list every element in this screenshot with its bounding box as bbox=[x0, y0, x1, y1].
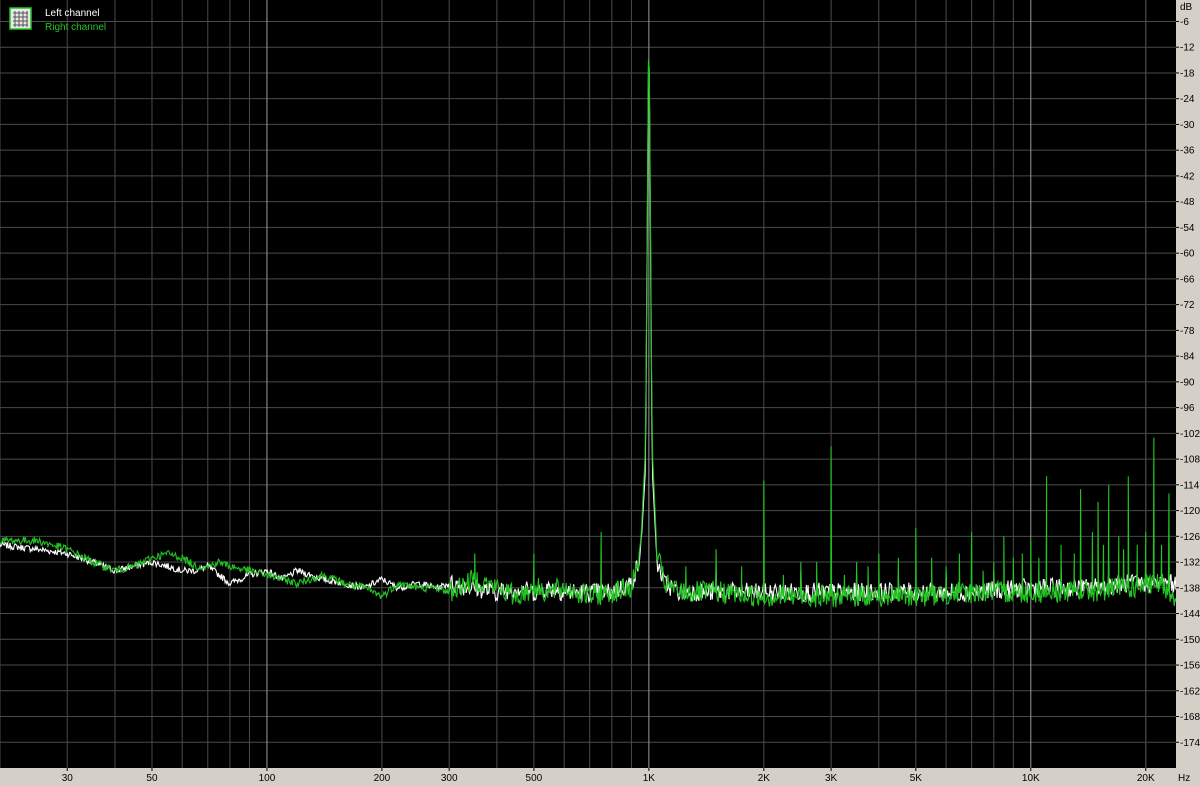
y-tick-label: -12 bbox=[1180, 43, 1195, 54]
x-tick-label: 1K bbox=[643, 773, 656, 784]
y-tick-label: -90 bbox=[1180, 377, 1195, 388]
y-tick-label: -138 bbox=[1180, 583, 1200, 594]
x-tick-label: 200 bbox=[374, 773, 391, 784]
y-tick-label: -84 bbox=[1180, 352, 1195, 363]
legend-left-channel: Left channel bbox=[45, 8, 100, 19]
y-tick-label: -126 bbox=[1180, 532, 1200, 543]
x-tick-label: 50 bbox=[146, 773, 158, 784]
legend-grid-icon[interactable] bbox=[9, 7, 32, 30]
y-tick-label: -6 bbox=[1180, 17, 1189, 28]
y-tick-label: -96 bbox=[1180, 403, 1195, 414]
y-tick-label: -48 bbox=[1180, 197, 1195, 208]
y-unit-label: dB bbox=[1180, 2, 1193, 13]
legend-right-channel: Right channel bbox=[45, 22, 106, 33]
spectrum-chart: -6 -12 -18 -24 -30 -36 -42 -48 -54 -60 -66 -72 -78 -8… bbox=[0, 0, 1200, 786]
y-tick-label: -150 bbox=[1180, 635, 1200, 646]
y-tick-label: -162 bbox=[1180, 686, 1200, 697]
y-tick-label: -66 bbox=[1180, 274, 1195, 285]
x-tick-label: 10K bbox=[1022, 773, 1040, 784]
x-tick-label: 20K bbox=[1137, 773, 1155, 784]
y-tick-label: -108 bbox=[1180, 455, 1200, 466]
y-tick-label: -114 bbox=[1180, 480, 1200, 491]
y-tick-label: -60 bbox=[1180, 249, 1195, 260]
plot-area bbox=[0, 0, 1176, 768]
y-tick-label: -174 bbox=[1180, 738, 1200, 749]
x-tick-label: 5K bbox=[910, 773, 923, 784]
x-tick-label: 3K bbox=[825, 773, 838, 784]
y-tick-label: -42 bbox=[1180, 171, 1195, 182]
y-tick-label: -156 bbox=[1180, 661, 1200, 672]
x-tick-label: 30 bbox=[62, 773, 74, 784]
x-tick-label: 300 bbox=[441, 773, 458, 784]
x-tick-label: 500 bbox=[526, 773, 543, 784]
y-tick-label: -54 bbox=[1180, 223, 1195, 234]
y-tick-label: -24 bbox=[1180, 94, 1195, 105]
y-tick-label: -18 bbox=[1180, 68, 1195, 79]
y-tick-label: -132 bbox=[1180, 558, 1200, 569]
y-tick-label: -102 bbox=[1180, 429, 1200, 440]
x-unit-label: Hz bbox=[1178, 773, 1190, 784]
y-tick-label: -120 bbox=[1180, 506, 1200, 517]
y-tick-label: -78 bbox=[1180, 326, 1195, 337]
x-tick-label: 100 bbox=[259, 773, 276, 784]
x-tick-label: 2K bbox=[758, 773, 771, 784]
y-tick-label: -144 bbox=[1180, 609, 1200, 620]
y-tick-label: -168 bbox=[1180, 712, 1200, 723]
y-tick-label: -72 bbox=[1180, 300, 1195, 311]
y-tick-label: -30 bbox=[1180, 120, 1195, 131]
y-tick-label: -36 bbox=[1180, 146, 1195, 157]
